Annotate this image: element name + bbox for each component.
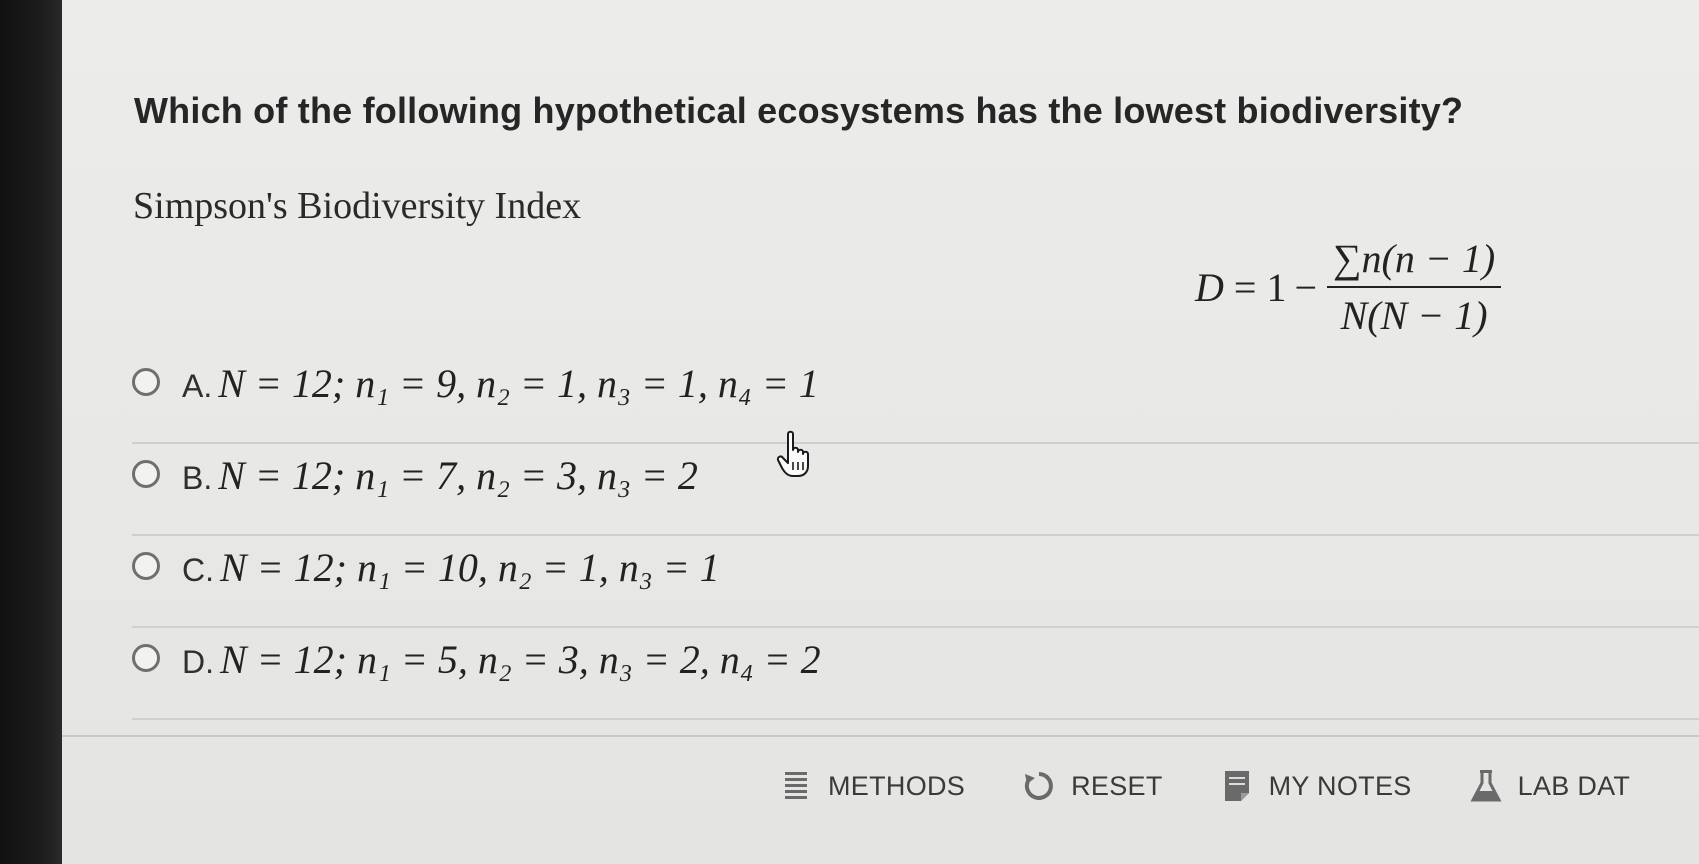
option-c-letter: C.: [182, 552, 214, 588]
option-divider: [132, 718, 1699, 720]
answer-options: A. N = 12; n₁ = 9, n₂ = 1, n₃ = 1, n₄ = …: [132, 360, 1699, 728]
methods-label: METHODS: [828, 770, 966, 801]
lab-data-label: LAB DAT: [1517, 770, 1631, 801]
option-divider: [132, 626, 1699, 628]
formula-numerator: ∑n(n − 1): [1327, 235, 1502, 288]
formula-minus: −: [1294, 264, 1318, 310]
option-divider: [132, 442, 1699, 444]
notepad-icon: [1221, 770, 1253, 802]
option-b-letter: B.: [182, 460, 213, 496]
my-notes-button[interactable]: MY NOTES: [1221, 770, 1412, 802]
screen-bezel: [0, 0, 62, 864]
option-b-expression: N = 12; n₁ = 7, n₂ = 3, n₃ = 2: [218, 453, 698, 498]
option-b-text: B. N = 12; n₁ = 7, n₂ = 3, n₃ = 2: [182, 452, 698, 499]
radio-button-c[interactable]: [132, 552, 160, 580]
index-title: Simpson's Biodiversity Index: [133, 185, 582, 227]
option-b[interactable]: B. N = 12; n₁ = 7, n₂ = 3, n₃ = 2: [132, 452, 1699, 544]
flask-icon: [1470, 770, 1502, 802]
option-d-letter: D.: [182, 644, 214, 680]
question-text: Which of the following hypothetical ecos…: [134, 90, 1464, 131]
option-d[interactable]: D. N = 12; n₁ = 5, n₂ = 3, n₃ = 2, n₄ = …: [132, 636, 1699, 728]
toolbar-separator: [62, 735, 1699, 737]
my-notes-label: MY NOTES: [1268, 770, 1412, 801]
hand-cursor-icon: [776, 430, 816, 478]
reset-icon: [1023, 770, 1055, 802]
reset-label: RESET: [1071, 770, 1163, 801]
radio-button-a[interactable]: [132, 368, 160, 396]
option-divider: [132, 534, 1699, 536]
option-d-expression: N = 12; n₁ = 5, n₂ = 3, n₃ = 2, n₄ = 2: [220, 637, 821, 682]
formula-fraction: ∑n(n − 1) N(N − 1): [1327, 235, 1502, 339]
option-c-text: C. N = 12; n₁ = 10, n₂ = 1, n₃ = 1: [182, 544, 720, 591]
option-a-letter: A.: [182, 368, 213, 404]
option-c-expression: N = 12; n₁ = 10, n₂ = 1, n₃ = 1: [220, 545, 720, 590]
option-c[interactable]: C. N = 12; n₁ = 10, n₂ = 1, n₃ = 1: [132, 544, 1699, 636]
simpson-formula: D = 1 − ∑n(n − 1) N(N − 1): [1195, 235, 1502, 339]
lab-data-button[interactable]: LAB DAT: [1470, 770, 1631, 802]
list-icon: [780, 770, 812, 802]
formula-one: 1: [1266, 264, 1287, 310]
reset-button[interactable]: RESET: [1023, 770, 1163, 802]
bottom-toolbar: METHODS RESET MY NOTES LAB DAT: [780, 770, 1688, 802]
radio-button-d[interactable]: [132, 644, 160, 672]
option-d-text: D. N = 12; n₁ = 5, n₂ = 3, n₃ = 2, n₄ = …: [182, 636, 821, 683]
formula-equals: =: [1233, 264, 1257, 310]
option-a-expression: N = 12; n₁ = 9, n₂ = 1, n₃ = 1, n₄ = 1: [218, 361, 819, 406]
methods-button[interactable]: METHODS: [780, 770, 965, 802]
radio-button-b[interactable]: [132, 460, 160, 488]
formula-denominator: N(N − 1): [1340, 293, 1488, 338]
option-a[interactable]: A. N = 12; n₁ = 9, n₂ = 1, n₃ = 1, n₄ = …: [132, 360, 1699, 452]
option-a-text: A. N = 12; n₁ = 9, n₂ = 1, n₃ = 1, n₄ = …: [182, 360, 819, 407]
formula-lhs: D: [1195, 264, 1224, 310]
